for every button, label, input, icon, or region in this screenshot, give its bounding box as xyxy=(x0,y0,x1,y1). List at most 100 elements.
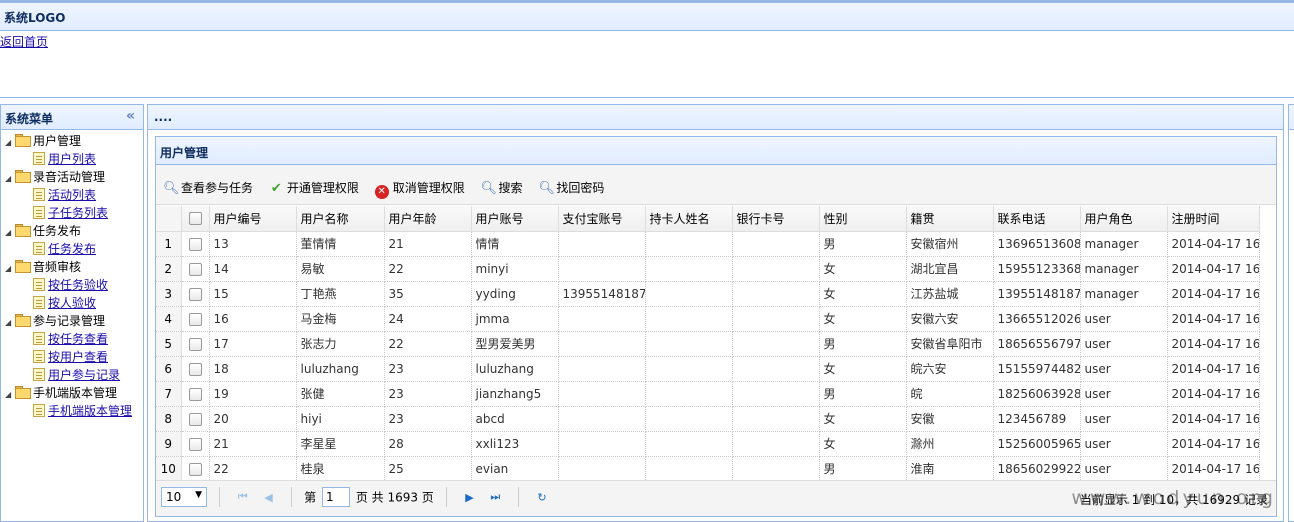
row-checkbox[interactable] xyxy=(188,437,202,451)
column-header[interactable]: 籍贯 xyxy=(906,206,994,232)
column-header[interactable]: 用户名称 xyxy=(296,206,385,232)
table-row[interactable]: 1 13 董情情 21 情情 男安徽宿州 13696513608 manager 2014-04… xyxy=(156,231,1260,257)
table-cell xyxy=(732,256,820,282)
table-cell: 2014-04-17 16:2 xyxy=(1167,231,1260,257)
column-header[interactable]: 支付宝账号 xyxy=(558,206,646,232)
grid-body[interactable]: 用户编号 用户名称 用户年龄 用户账号 支付宝账号 持卡人姓名 银行卡号 性别 … xyxy=(156,206,1276,480)
main-panel-title: .... xyxy=(148,105,1283,130)
refresh-icon[interactable]: ↻ xyxy=(533,491,551,504)
column-header[interactable]: 用户年龄 xyxy=(384,206,472,232)
prev-page-icon[interactable]: ◀ xyxy=(259,491,277,504)
grant-admin-button[interactable]: ✔ 开通管理权限 xyxy=(269,179,359,196)
table-cell: 21 xyxy=(209,431,297,457)
next-page-icon[interactable]: ▶ xyxy=(460,491,478,504)
table-cell xyxy=(645,256,733,282)
table-cell: 13 xyxy=(209,231,297,257)
row-checkbox[interactable] xyxy=(188,312,202,326)
table-cell: 2014-04-17 16:2 xyxy=(1167,331,1260,357)
table-cell: 24 xyxy=(384,306,472,332)
column-header[interactable]: 银行卡号 xyxy=(732,206,820,232)
row-checkbox-cell[interactable] xyxy=(181,281,210,307)
menu-item-review-by-person[interactable]: 按人验收 xyxy=(1,294,143,312)
sidebar-header: 系统菜单 « xyxy=(1,105,143,130)
table-cell: 23 xyxy=(384,406,472,432)
table-row[interactable]: 4 16 马金梅 24 jmma 女安徽六安 13665512026 user 2014-04-… xyxy=(156,306,1260,332)
table-cell: 35 xyxy=(384,281,472,307)
menu-item-user-participation[interactable]: 用户参与记录 xyxy=(1,366,143,384)
revoke-admin-button[interactable]: ✕ 取消管理权限 xyxy=(374,179,465,199)
folder-open-icon xyxy=(15,224,31,237)
page-size-select[interactable]: 10 ▼ xyxy=(161,487,207,507)
column-header[interactable]: 用户角色 xyxy=(1080,206,1168,232)
row-checkbox-cell[interactable] xyxy=(181,306,210,332)
menu-item-activity-list[interactable]: 活动列表 xyxy=(1,186,143,204)
back-home-link[interactable]: 返回首页 xyxy=(0,33,48,50)
menu-group-participation-records[interactable]: ◢ 参与记录管理 xyxy=(1,312,143,330)
row-checkbox-cell[interactable] xyxy=(181,381,210,407)
row-checkbox-cell[interactable] xyxy=(181,231,210,257)
column-header[interactable]: 联系电话 xyxy=(993,206,1081,232)
row-checkbox-cell[interactable] xyxy=(181,431,210,457)
menu-group-task-publish[interactable]: ◢ 任务发布 xyxy=(1,222,143,240)
table-row[interactable]: 6 18 luluzhang 23 luluzhang 女皖六安 15155974482 us… xyxy=(156,356,1260,382)
menu-tree: ◢ 用户管理 用户列表 ◢ 录音活动管理 活动列表 子任务列表 ◢ 任务发布 任务发布… xyxy=(1,130,143,420)
select-all-checkbox[interactable] xyxy=(188,212,202,226)
table-cell xyxy=(732,406,820,432)
folder-open-icon xyxy=(15,134,31,147)
recover-password-button[interactable]: 🔍︎找回密码 xyxy=(538,179,604,196)
column-header[interactable]: 用户编号 xyxy=(209,206,297,232)
column-header[interactable]: 性别 xyxy=(819,206,907,232)
menu-group-user-management[interactable]: ◢ 用户管理 xyxy=(1,132,143,150)
row-checkbox-cell[interactable] xyxy=(181,331,210,357)
menu-item-user-list[interactable]: 用户列表 xyxy=(1,150,143,168)
row-checkbox-cell[interactable] xyxy=(181,256,210,282)
last-page-icon[interactable]: ⏭ xyxy=(486,490,504,504)
table-cell: yyding xyxy=(471,281,559,307)
page-total: 页 共 1693 页 xyxy=(355,490,434,505)
column-header[interactable]: 注册时间 xyxy=(1167,206,1260,232)
table-row[interactable]: 10 22 桂泉 25 evian 男淮南 18656029922 user 2014-04-1… xyxy=(156,456,1260,480)
page-number-input[interactable]: 1 xyxy=(321,487,350,507)
table-cell: xxli123 xyxy=(471,431,559,457)
table-cell xyxy=(732,281,820,307)
row-checkbox[interactable] xyxy=(188,362,202,376)
row-number: 5 xyxy=(156,331,182,357)
first-page-icon[interactable]: ⏮ xyxy=(234,490,252,504)
row-checkbox[interactable] xyxy=(188,387,202,401)
menu-group-mobile-version[interactable]: ◢ 手机端版本管理 xyxy=(1,384,143,402)
menu-item-view-by-user[interactable]: 按用户查看 xyxy=(1,348,143,366)
table-cell: manager xyxy=(1080,256,1168,282)
row-checkbox[interactable] xyxy=(188,287,202,301)
row-checkbox-cell[interactable] xyxy=(181,406,210,432)
menu-item-view-by-task[interactable]: 按任务查看 xyxy=(1,330,143,348)
table-cell: 女 xyxy=(819,356,907,382)
menu-group-activity-management[interactable]: ◢ 录音活动管理 xyxy=(1,168,143,186)
collapse-left-icon[interactable]: « xyxy=(126,108,135,124)
table-row[interactable]: 9 21 李星星 28 xxli123 女滁州 15256005965 user 2014-04… xyxy=(156,431,1260,457)
row-checkbox[interactable] xyxy=(188,262,202,276)
menu-item-task-publish[interactable]: 任务发布 xyxy=(1,240,143,258)
table-row[interactable]: 8 20 hiyi 23 abcd 女安徽 123456789 user 2014-04-17 … xyxy=(156,406,1260,432)
row-checkbox-cell[interactable] xyxy=(181,356,210,382)
check-icon: ✔ xyxy=(270,181,282,196)
row-checkbox[interactable] xyxy=(188,462,202,476)
column-header[interactable]: 用户账号 xyxy=(471,206,559,232)
select-all-checkbox-cell[interactable] xyxy=(181,206,210,232)
table-row[interactable]: 3 15 丁艳燕 35 yyding 13955148187 女江苏盐城 1395514818… xyxy=(156,281,1260,307)
table-row[interactable]: 5 17 张志力 22 型男爱美男 男安徽省阜阳市 18656556797 user 2014-… xyxy=(156,331,1260,357)
column-header[interactable]: 持卡人姓名 xyxy=(645,206,733,232)
menu-item-subtask-list[interactable]: 子任务列表 xyxy=(1,204,143,222)
row-checkbox[interactable] xyxy=(188,237,202,251)
table-cell xyxy=(558,331,646,357)
table-row[interactable]: 7 19 张健 23 jianzhang5 男皖 18256063928 user 2014-0… xyxy=(156,381,1260,407)
menu-item-review-by-task[interactable]: 按任务验收 xyxy=(1,276,143,294)
row-checkbox[interactable] xyxy=(188,337,202,351)
table-cell: user xyxy=(1080,381,1168,407)
search-button[interactable]: 🔍︎搜索 xyxy=(481,179,523,196)
view-tasks-button[interactable]: 🔍︎查看参与任务 xyxy=(163,179,253,196)
row-checkbox[interactable] xyxy=(188,412,202,426)
menu-group-audio-review[interactable]: ◢ 音频审核 xyxy=(1,258,143,276)
menu-item-mobile-version[interactable]: 手机端版本管理 xyxy=(1,402,143,420)
table-row[interactable]: 2 14 易敏 22 minyi 女湖北宜昌 15955123368 manager 2014-… xyxy=(156,256,1260,282)
row-checkbox-cell[interactable] xyxy=(181,456,210,480)
